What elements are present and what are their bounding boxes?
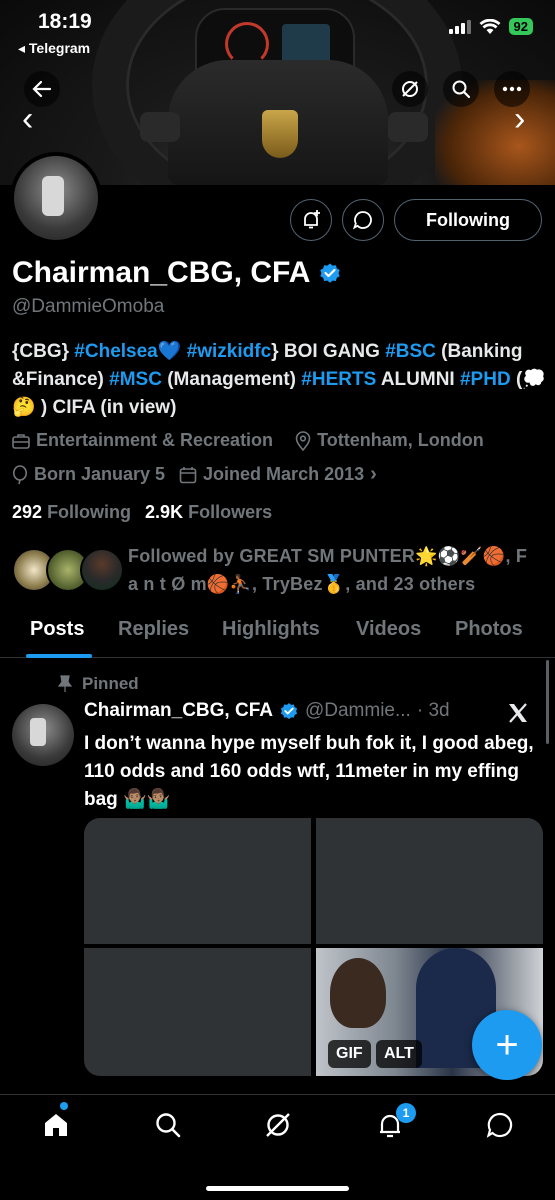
profile-bio: {CBG} #Chelsea💙 #wizkidfc} BOI GANG #BSC… (12, 338, 547, 422)
compose-post-button[interactable]: + (472, 1010, 542, 1080)
post-author-avatar[interactable] (12, 704, 74, 766)
followers-link[interactable]: 2.9K Followers (145, 502, 272, 523)
post-header: Chairman_CBG, CFA @Dammie... · 3d (84, 700, 450, 722)
alt-badge[interactable]: ALT (376, 1040, 422, 1068)
tab-videos[interactable]: Videos (356, 612, 421, 641)
active-tab-indicator (26, 654, 92, 658)
notify-button[interactable] (290, 199, 332, 241)
lamborghini-logo-image (262, 110, 298, 158)
meta-row-2: Born January 5 Joined March 2013 › (12, 463, 377, 486)
pinned-text: Pinned (82, 674, 139, 693)
location-text: Tottenham, London (317, 430, 484, 450)
category-item: Entertainment & Recreation (12, 430, 273, 451)
media-image[interactable] (84, 818, 311, 944)
bio-hashtag-link[interactable]: #MSC (109, 369, 162, 390)
nav-messages[interactable] (484, 1109, 516, 1141)
bio-text: 💙 (157, 341, 187, 362)
briefcase-icon (12, 433, 30, 449)
chevron-right-icon[interactable]: › (514, 100, 525, 139)
x-logo-icon[interactable] (507, 700, 529, 731)
joined-item[interactable]: Joined March 2013 › (179, 463, 377, 486)
profile-name: Chairman_CBG, CFA (12, 256, 311, 289)
bio-hashtag-link[interactable]: #wizkidfc (187, 341, 271, 362)
followed-by-text[interactable]: Followed by GREAT SM PUNTER🌟⚽🏏🏀, F a n t… (128, 542, 538, 598)
nav-search[interactable] (152, 1109, 184, 1141)
notification-count-badge: 1 (396, 1103, 416, 1123)
bio-hashtag-link[interactable]: #Chelsea (74, 341, 157, 362)
search-icon (156, 1113, 181, 1138)
category-text: Entertainment & Recreation (36, 430, 274, 450)
home-indicator (206, 1186, 349, 1191)
follow-stats: 292 Following 2.9K Followers (12, 502, 272, 523)
bio-text: ALUMNI (376, 369, 460, 390)
verified-badge-icon (280, 703, 298, 720)
tab-posts[interactable]: Posts (30, 612, 84, 641)
post-author-name[interactable]: Chairman_CBG, CFA (84, 700, 273, 722)
bio-text: {CBG} (12, 341, 75, 362)
chat-bubble-icon (353, 211, 372, 230)
signal-icon (448, 19, 471, 34)
following-button[interactable]: Following (394, 199, 542, 241)
nav-home[interactable] (40, 1109, 72, 1141)
nav-grok[interactable] (262, 1109, 294, 1141)
search-icon (452, 80, 471, 99)
pinned-label: Pinned (58, 674, 139, 694)
tab-highlights[interactable]: Highlights (222, 612, 320, 641)
scrollbar[interactable] (546, 660, 549, 744)
joined-text: Joined March 2013 (203, 464, 365, 484)
tab-photos[interactable]: Photos (455, 612, 523, 641)
balloon-icon (13, 464, 27, 484)
status-time: 18:19 (38, 10, 92, 33)
tab-replies[interactable]: Replies (118, 612, 189, 641)
bio-hashtag-link[interactable]: #BSC (385, 341, 436, 362)
bio-text: (Management) (161, 369, 302, 390)
chevron-left-icon[interactable]: ‹ (22, 100, 33, 139)
profile-avatar[interactable] (10, 152, 102, 244)
chevron-right-icon: › (370, 463, 377, 485)
message-button[interactable] (342, 199, 384, 241)
gif-badge: GIF (328, 1040, 371, 1068)
search-button[interactable] (443, 71, 479, 107)
meta-row-1: Entertainment & Recreation Tottenham, Lo… (12, 430, 484, 451)
profile-handle: @DammieOmoba (12, 296, 165, 317)
verified-badge-icon[interactable] (318, 261, 342, 285)
arrow-left-icon (32, 80, 52, 98)
home-icon (45, 1114, 67, 1136)
profile-tabs: Posts Replies Highlights Videos Photos (0, 612, 555, 658)
status-icons: 92 (448, 18, 533, 35)
pin-icon (58, 675, 72, 692)
grok-icon (402, 81, 418, 97)
grok-button[interactable] (392, 71, 428, 107)
born-text: Born January 5 (34, 464, 166, 484)
follower-avatar (80, 548, 124, 592)
following-link[interactable]: 292 Following (12, 502, 131, 523)
bio-hashtag-link[interactable]: #PHD (460, 369, 511, 390)
post-author-handle: @Dammie... (304, 700, 411, 721)
media-image[interactable] (316, 818, 543, 944)
bio-text: } BOI GANG (271, 341, 386, 362)
more-icon (502, 86, 522, 92)
back-to-app-link[interactable]: ◂ Telegram (18, 40, 90, 57)
bio-hashtag-link[interactable]: #HERTS (301, 369, 376, 390)
location-pin-icon (295, 430, 311, 451)
bottom-navigation (0, 1094, 555, 1200)
post-text: I don’t wanna hype myself buh fok it, I … (84, 733, 534, 810)
media-image[interactable] (84, 948, 311, 1076)
bell-plus-icon (304, 210, 320, 229)
location-item: Tottenham, London (295, 430, 484, 451)
wifi-icon (479, 18, 501, 34)
post-time: · 3d (416, 700, 450, 721)
battery-indicator: 92 (508, 18, 533, 35)
followed-by-avatars[interactable] (12, 548, 124, 592)
home-unread-dot (60, 1102, 68, 1110)
born-item: Born January 5 (12, 464, 165, 485)
chat-bubble-icon (486, 1112, 513, 1138)
profile-name-row: Chairman_CBG, CFA (12, 256, 342, 290)
calendar-icon (179, 466, 197, 483)
grok-icon (266, 1113, 290, 1137)
